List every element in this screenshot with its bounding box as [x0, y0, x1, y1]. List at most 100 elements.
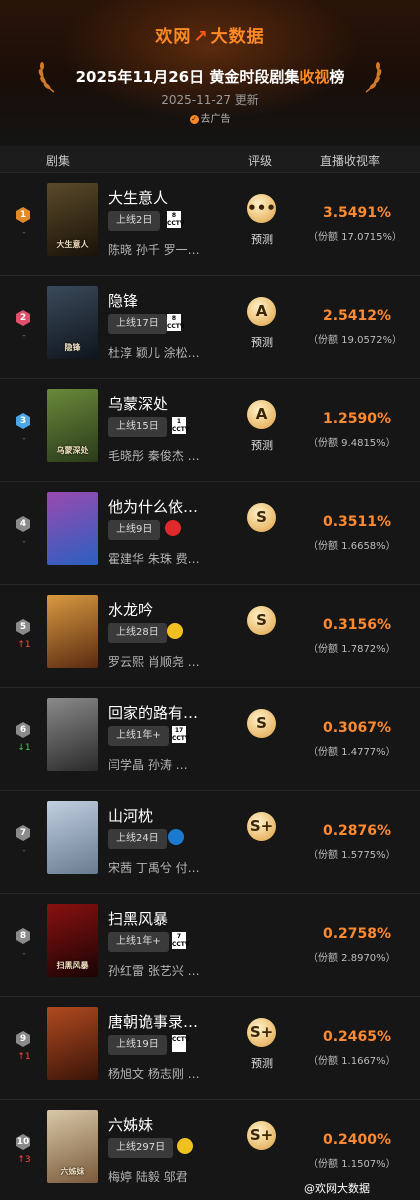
poster-image: 大生意人	[47, 183, 98, 256]
rank-change: -	[22, 846, 26, 856]
cast-list: 杜淳 颖儿 涂松…	[108, 346, 200, 360]
channel-logo-icon: 7 CCTV	[172, 932, 190, 949]
days-badge: 上线17日	[108, 314, 167, 334]
update-date: 2025-11-27 更新	[161, 93, 259, 107]
cast-list: 毛晓彤 秦俊杰 …	[108, 449, 200, 463]
channel-logo-icon	[165, 520, 181, 536]
channel-logo-icon: CCTV	[172, 1035, 190, 1052]
rank-change: -	[22, 537, 26, 547]
rank-change: ↓1	[17, 743, 31, 753]
rank-badge: 8	[16, 928, 30, 944]
rating-value: 1.2590%	[323, 411, 392, 427]
table-row[interactable]: 6 ↓1 回家的路有… 上线1年+ 17 CCTV 闫学晶 孙涛 … S 0.3067% （份额…	[0, 687, 420, 790]
poster-image	[47, 1007, 98, 1080]
show-title: 唐朝诡事录…	[108, 1013, 199, 1031]
cast-list: 闫学晶 孙涛 …	[108, 758, 188, 772]
rank-badge: 10	[16, 1134, 30, 1150]
rank-badge: 2	[16, 310, 30, 326]
grade-badge: A	[247, 400, 276, 429]
share-value: （份额 1.1667%）	[308, 1056, 396, 1067]
table-row[interactable]: 9 ↑1 唐朝诡事录… 上线19日 CCTV 杨旭文 杨志刚 … S+ 预测 0.2465% （份…	[0, 996, 420, 1099]
rank-badge: 4	[16, 516, 30, 532]
show-title: 六姊妹	[108, 1116, 154, 1134]
rank-change: ↑1	[17, 1052, 31, 1062]
table-row[interactable]: 7 - 山河枕 上线24日 宋茜 丁禹兮 付… S+ 0.2876% （份额 1.5775%）	[0, 790, 420, 893]
channel-logo-icon	[168, 829, 184, 845]
channel-logo-icon	[167, 623, 183, 639]
share-value: （份额 9.4815%）	[308, 438, 396, 449]
channel-logo-icon: 8 CCTV	[167, 314, 185, 331]
col-grade: 评级	[248, 154, 273, 168]
table-row[interactable]: 1 - 大生意人 大生意人 上线2日 8 CCTV 陈晓 孙千 罗一… ••• 预测 3.5491…	[0, 172, 420, 275]
cast-list: 罗云熙 肖顺尧 …	[108, 655, 200, 669]
predict-label: 预测	[251, 336, 273, 349]
predict-label: 预测	[251, 1057, 273, 1070]
rank-badge: 9	[16, 1031, 30, 1047]
grade-badge: S+	[247, 1018, 276, 1047]
show-title: 大生意人	[108, 189, 169, 207]
show-title: 水龙吟	[108, 601, 154, 619]
days-badge: 上线19日	[108, 1035, 167, 1055]
rank-change: ↑3	[17, 1155, 31, 1165]
table-row[interactable]: 5 ↑1 水龙吟 上线28日 罗云熙 肖顺尧 … S 0.3156% （份额 1.7872%）	[0, 584, 420, 687]
rating-value: 0.2400%	[323, 1132, 392, 1148]
rating-value: 0.3511%	[323, 514, 392, 530]
grade-badge: S	[247, 503, 276, 532]
poster-image: 乌蒙深处	[47, 389, 98, 462]
days-badge: 上线9日	[108, 520, 161, 540]
cast-list: 梅婷 陆毅 邬君	[108, 1170, 188, 1184]
rank-change: ↑1	[17, 640, 31, 650]
days-badge: 上线2日	[108, 211, 161, 231]
days-badge: 上线28日	[108, 623, 167, 643]
share-value: （份额 1.7872%）	[308, 644, 396, 655]
table-row[interactable]: 2 - 隐锋 隐锋 上线17日 8 CCTV 杜淳 颖儿 涂松… A 预测 2.5412% （份额 …	[0, 275, 420, 378]
rating-value: 3.5491%	[323, 205, 392, 221]
table-row[interactable]: 4 - 他为什么依… 上线9日 霍建华 朱珠 费… S 0.3511% （份额 1.6658%…	[0, 481, 420, 584]
predict-label: 预测	[251, 233, 273, 246]
rank-change: -	[22, 434, 26, 444]
cast-list: 孙红雷 张艺兴 …	[108, 964, 200, 978]
channel-logo-icon: 8 CCTV	[167, 211, 185, 228]
rank-badge: 5	[16, 619, 30, 635]
share-value: （份额 1.1507%）	[308, 1159, 396, 1170]
remove-ads-link[interactable]: ✓ 去广告	[0, 110, 420, 125]
predict-label: 预测	[251, 439, 273, 452]
share-value: （份额 1.5775%）	[308, 850, 396, 861]
logo-mark-icon: ↗	[193, 27, 209, 47]
days-badge: 上线15日	[108, 417, 167, 437]
rating-value: 0.2758%	[323, 926, 392, 942]
rating-value: 0.2465%	[323, 1029, 392, 1045]
column-header: 剧集 评级 直播收视率	[0, 146, 420, 172]
cast-list: 宋茜 丁禹兮 付…	[108, 861, 200, 875]
brand-logo: 欢网 ↗ 大数据	[155, 27, 265, 47]
cast-list: 陈晓 孙千 罗一…	[108, 243, 200, 257]
show-title: 乌蒙深处	[108, 395, 169, 413]
table-row[interactable]: 3 - 乌蒙深处 乌蒙深处 上线15日 1 CCTV 毛晓彤 秦俊杰 … A 预测 1.2590%…	[0, 378, 420, 481]
check-icon: ✓	[189, 115, 199, 124]
col-show: 剧集	[46, 154, 71, 168]
rank-badge: 3	[16, 413, 30, 429]
share-value: （份额 2.8970%）	[308, 953, 396, 964]
poster-image	[47, 595, 98, 668]
show-title: 山河枕	[108, 807, 154, 825]
grade-badge: S	[247, 606, 276, 635]
grade-badge: S	[247, 709, 276, 738]
cast-list: 霍建华 朱珠 费…	[108, 552, 200, 566]
poster-image: 扫黑风暴	[47, 904, 98, 977]
channel-logo-icon	[177, 1138, 193, 1154]
show-title: 扫黑风暴	[108, 910, 169, 928]
show-title: 回家的路有…	[108, 704, 199, 722]
grade-badge: A	[247, 297, 276, 326]
share-value: （份额 17.0715%）	[308, 232, 403, 243]
rank-badge: 6	[16, 722, 30, 738]
rank-badge: 7	[16, 825, 30, 841]
table-row[interactable]: 8 - 扫黑风暴 扫黑风暴 上线1年+ 7 CCTV 孙红雷 张艺兴 … 0.2758% （份额…	[0, 893, 420, 996]
days-badge: 上线24日	[108, 829, 167, 849]
show-title: 他为什么依…	[108, 498, 199, 516]
channel-logo-icon: 1 CCTV	[172, 417, 190, 434]
watermark: @欢网大数据	[304, 1182, 370, 1195]
page-title: 2025年11月26日 黄金时段剧集收视榜	[75, 68, 345, 86]
cast-list: 杨旭文 杨志刚 …	[108, 1067, 200, 1081]
grade-badge: •••	[247, 194, 276, 223]
share-value: （份额 1.4777%）	[308, 747, 396, 758]
